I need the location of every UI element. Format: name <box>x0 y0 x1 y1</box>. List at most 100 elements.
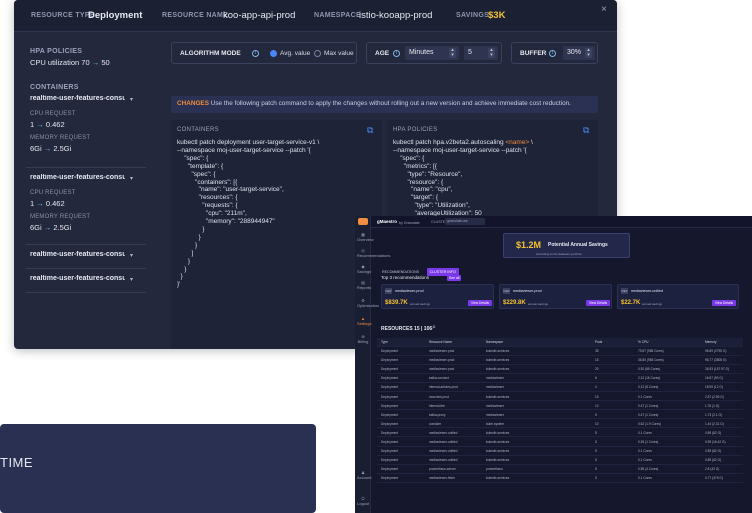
age-value-stepper-icon[interactable]: ▴ ▾ <box>488 48 495 58</box>
nav-overview[interactable]: ▦ Overview <box>357 232 374 242</box>
rec-name: mediaviewer-prod <box>513 289 542 293</box>
chevron-down-icon[interactable]: ▾ <box>130 96 133 103</box>
cpu-request-value: 1 → 0.462 <box>30 199 65 208</box>
table-row[interactable]: Deployment mediaviewer-prod kubedb-service… <box>377 347 743 356</box>
container-item[interactable]: realtime-user-features-consu... ▾ <box>26 272 144 286</box>
table-cell: consider <box>429 421 442 426</box>
cluster-value: granulate-ws <box>447 219 468 223</box>
container-item[interactable]: realtime-user-features-consu... ▾ CPU RE… <box>26 171 144 240</box>
table-cell: Deployment <box>381 458 399 463</box>
view-details-button[interactable]: View Details <box>468 300 493 306</box>
deployment-icon: DEP <box>621 288 628 294</box>
table-cell: 2.12 (16 Cores) <box>638 376 661 381</box>
savings-value: $3K <box>488 10 506 21</box>
table-cell: mediaviewer-unified <box>429 440 458 444</box>
column-header: Type <box>381 340 388 344</box>
info-icon[interactable]: i <box>252 50 259 57</box>
max-value-label[interactable]: Max value <box>324 50 354 57</box>
table-cell: Deployment <box>381 403 399 408</box>
hpa-policies-title: HPA POLICIES <box>30 48 83 55</box>
avg-value-label[interactable]: Avg. value <box>280 50 310 57</box>
age-unit-stepper-icon[interactable]: ▴ ▾ <box>449 48 456 58</box>
table-row[interactable]: Deployment prometheus-server prometheus 5 0.… <box>377 465 743 474</box>
cluster-select[interactable]: granulate-ws <box>445 218 485 225</box>
savings-amount: $1.2M <box>516 240 542 250</box>
table-row[interactable]: Deployment kafka-proxy mediaviewer 5 0.47 (1… <box>377 411 743 420</box>
rec-unit: annual savings <box>410 302 431 306</box>
table-cell: 36.80 (985 Cores) <box>638 358 664 363</box>
age-value: 5 <box>468 49 472 56</box>
cpu-from: 1 <box>30 120 35 129</box>
table-cell: 0.47 (1 Cores) <box>638 412 659 417</box>
table-cell: 1.44 (2.31 G) <box>705 421 724 426</box>
nav-settings[interactable]: ▲ Settings <box>357 316 371 326</box>
table-row[interactable]: Deployment mediaviewer-unified kubedb-serv… <box>377 447 743 456</box>
container-item[interactable]: realtime-user-features-consu... ▾ CPU RE… <box>26 92 144 161</box>
resources-table: Type Resource Name Namespace Pods % CPU Memor… <box>355 338 752 513</box>
table-cell: 1.73 (2.1 G) <box>705 412 723 417</box>
table-row[interactable]: Deployment kafka-connect mediaviewer 6 2.12 … <box>377 374 743 383</box>
feature-card: TIME <box>0 424 316 513</box>
max-value-radio[interactable] <box>314 50 321 57</box>
table-row[interactable]: Deployment internal-articles-prod mediavie… <box>377 383 743 392</box>
copy-icon[interactable]: ⧉ <box>367 125 373 136</box>
table-row[interactable]: Deployment mediaviewer-prod kubedb-service… <box>377 356 743 365</box>
table-row[interactable]: Deployment consider kube-system 10 0.62 (1.9… <box>377 420 743 429</box>
nav-label: Overview <box>357 237 374 242</box>
buffer-stepper-icon[interactable]: ▴ ▾ <box>585 48 592 58</box>
container-item[interactable]: realtime-user-features-consu... ▾ <box>26 248 144 262</box>
chevron-down-icon[interactable]: ▾ <box>130 276 133 283</box>
savings-label: SAVINGS <box>456 12 490 19</box>
copy-icon[interactable]: ⧉ <box>583 125 589 136</box>
containers-patch-code: kubectl patch deployment user-target-ser… <box>177 139 320 289</box>
chevron-down-icon[interactable]: ▾ <box>130 252 133 259</box>
left-sidebar: HPA POLICIES CPU utilization 70 → 50 CON… <box>14 32 149 349</box>
table-cell: 2.8 (43 G) <box>705 467 720 472</box>
info-icon[interactable]: i <box>549 50 556 57</box>
containers-title: CONTAINERS <box>30 84 79 91</box>
table-row[interactable]: Deployment internal-fire mediaviewer 10 0.47… <box>377 402 743 411</box>
table-cell: 2.57 (2.95 G) <box>705 394 724 399</box>
rec-amount: $839.7K <box>385 300 408 306</box>
nav-reports[interactable]: ▤ Reports <box>357 280 371 290</box>
hpa-from: 70 <box>81 58 90 67</box>
search-icon[interactable]: ⌕ <box>432 324 436 332</box>
table-row[interactable]: Deployment mediaviewer-prod kubedb-service… <box>377 365 743 374</box>
age-label: AGE <box>375 50 390 57</box>
table-row[interactable]: Deployment mediaviewer-fetch kubedb-servic… <box>377 474 743 483</box>
table-cell: prometheus <box>486 467 503 472</box>
deployment-icon: DEP <box>385 288 392 294</box>
table-cell: 0.1 Cores <box>638 458 652 463</box>
hpa-to: 50 <box>101 58 110 67</box>
hpa-code-line-end: \ <box>529 139 533 146</box>
nav-savings[interactable]: ◆ Savings <box>357 264 371 274</box>
chevron-down-icon[interactable]: ▾ <box>130 175 133 182</box>
memory-request-value: 6Gi → 2.5Gi <box>30 144 71 153</box>
rec-name: mediaviewer-unified <box>631 289 663 293</box>
age-unit-value: Minutes <box>409 49 434 56</box>
info-icon[interactable]: i <box>393 50 400 57</box>
table-cell: 5 <box>595 449 597 454</box>
view-details-button[interactable]: View Details <box>586 300 611 306</box>
nav-optimization[interactable]: ⚙ Optimization <box>357 298 379 308</box>
see-all-badge[interactable]: See all <box>447 275 462 281</box>
table-cell: mediaviewer <box>486 403 504 408</box>
table-row[interactable]: Deployment mediaviewer-unified kubedb-serv… <box>377 429 743 438</box>
table-cell: mediaviewer-prod <box>429 358 455 363</box>
table-row[interactable]: Deployment mediaviewer-unified kubedb-serv… <box>377 456 743 465</box>
buffer-control: BUFFER i 30% ▴ ▾ <box>511 42 598 64</box>
close-icon[interactable]: × <box>601 4 607 15</box>
table-cell: 0.62 (1.9 Cores) <box>638 421 662 426</box>
table-cell: 0.1 Cores <box>638 476 652 481</box>
top3-title: Top 3 recommendations <box>381 275 430 280</box>
view-details-button[interactable]: View Details <box>712 300 737 306</box>
nav-recommendations[interactable]: ◎ Recommendations <box>357 248 390 258</box>
cpu-to: 0.462 <box>45 199 65 208</box>
column-header: Pods <box>595 340 603 344</box>
table-cell: internal-articles-prod <box>429 385 459 390</box>
table-cell: 0.12 (8 Cores) <box>638 385 659 390</box>
resources-title: RESOURCES 15 | 106 <box>381 326 433 332</box>
table-row[interactable]: Deployment mediaviewer-unified kubedb-serv… <box>377 438 743 447</box>
avg-value-radio[interactable] <box>270 50 277 57</box>
table-row[interactable]: Deployment mounted-prod kubedb-services 15 0… <box>377 393 743 401</box>
